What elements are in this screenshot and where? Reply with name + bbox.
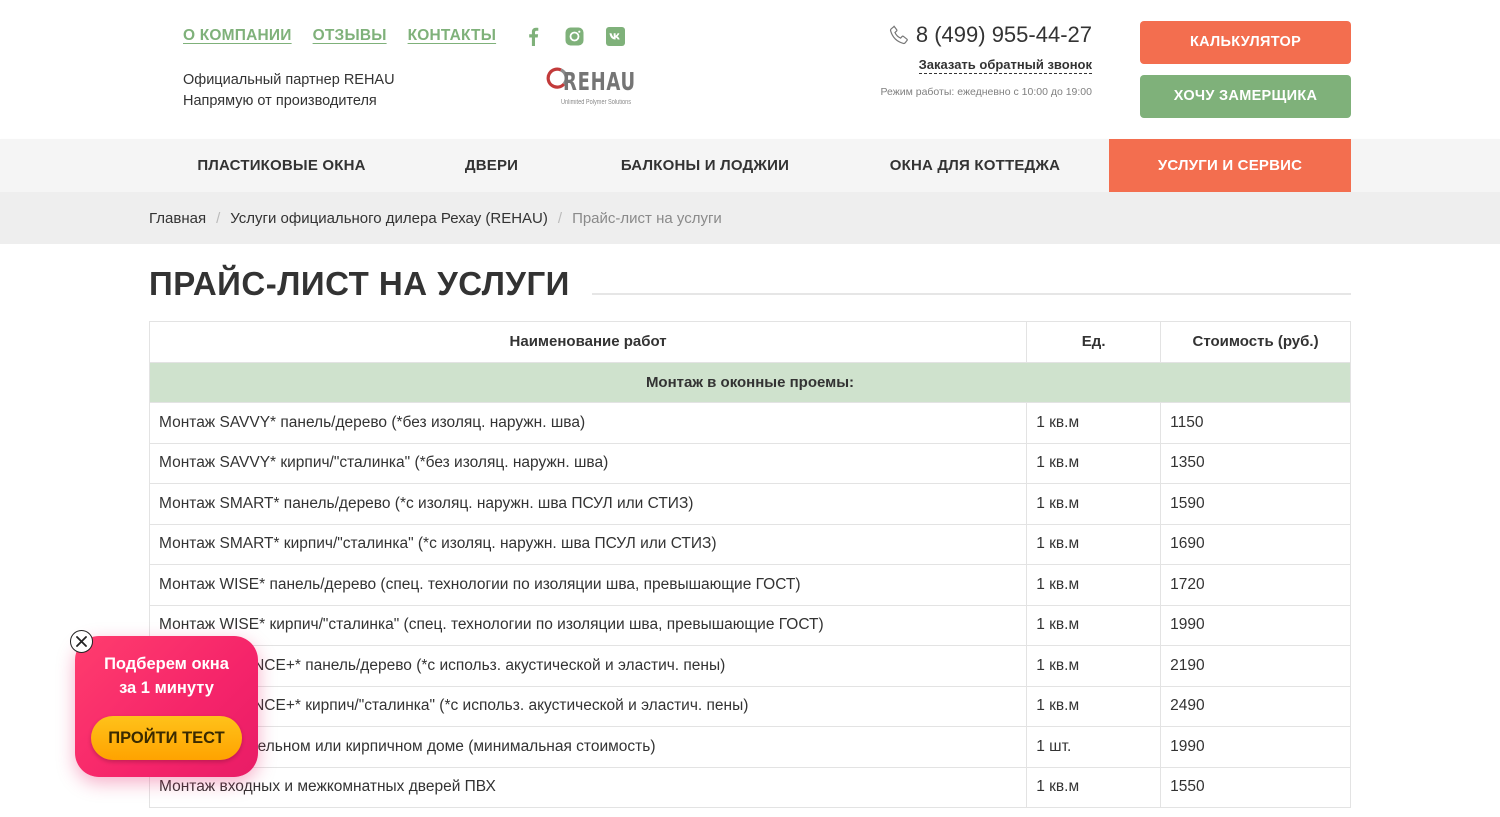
table-row: Монтаж SILENCE+* панель/дерево (*с испол… xyxy=(148,645,1351,687)
working-hours: Режим работы: ежедневно с 10:00 до 19:00 xyxy=(880,86,1092,98)
breadcrumb: Главная / Услуги официального дилера Рех… xyxy=(149,192,722,244)
link-reviews[interactable]: ОТЗЫВЫ xyxy=(313,27,387,45)
table-row: Монтаж SMART* панель/дерево (*с изоляц. … xyxy=(148,483,1351,525)
cell-price: 1720 xyxy=(1160,564,1351,606)
cell-unit: 1 кв.м xyxy=(1026,645,1162,687)
table-header-row: Наименование работ Ед. Стоимость (руб.) xyxy=(148,321,1351,363)
measurer-button[interactable]: ХОЧУ ЗАМЕРЩИКА xyxy=(1140,75,1351,118)
cell-unit: 1 кв.м xyxy=(1026,685,1162,727)
cell-work: Монтаж SILENCE+* панель/дерево (*с испол… xyxy=(148,645,1028,687)
cell-work: Монтаж SMART* кирпич/"сталинка" (*с изол… xyxy=(148,523,1028,565)
page-title: ПРАЙС-ЛИСТ НА УСЛУГИ xyxy=(149,265,570,302)
cell-work: Монтаж WISE* кирпич/"сталинка" (спец. те… xyxy=(148,604,1028,646)
column-header-unit: Ед. xyxy=(1026,321,1162,363)
cell-unit: 1 кв.м xyxy=(1026,402,1162,444)
table-row: Монтаж SMART* кирпич/"сталинка" (*с изол… xyxy=(148,523,1351,565)
phone-number[interactable]: 8 (499) 955-44-27 xyxy=(916,22,1092,48)
breadcrumb-home[interactable]: Главная xyxy=(149,210,206,227)
partner-line-1: Официальный партнер REHAU xyxy=(183,72,395,88)
table-row: Монтаж входных и межкомнатных дверей ПВХ… xyxy=(148,766,1351,808)
partner-info: Официальный партнер REHAU Напрямую от пр… xyxy=(183,70,395,112)
nav-cottage-windows[interactable]: ОКНА ДЛЯ КОТТЕДЖА xyxy=(841,139,1109,192)
phone-row: 8 (499) 955-44-27 xyxy=(832,22,1092,48)
social-links xyxy=(523,26,646,46)
breadcrumb-separator: / xyxy=(557,209,563,227)
nav-plastic-windows[interactable]: ПЛАСТИКОВЫЕ ОКНА xyxy=(149,139,414,192)
table-row: Монтаж WISE* панель/дерево (спец. технол… xyxy=(148,564,1351,606)
promo-widget: Подберем окна за 1 минуту ПРОЙТИ ТЕСТ xyxy=(75,636,258,777)
callback-link[interactable]: Заказать обратный звонок xyxy=(918,57,1092,74)
table-row: Монтаж в панельном или кирпичном доме (м… xyxy=(148,726,1351,768)
table-group-row: Монтаж в оконные проемы: xyxy=(149,361,1351,403)
partner-line-2: Напрямую от производителя xyxy=(183,93,377,109)
close-icon[interactable] xyxy=(70,630,93,653)
breadcrumb-services[interactable]: Услуги официального дилера Рехау (REHAU) xyxy=(230,210,548,227)
link-contacts[interactable]: КОНТАКТЫ xyxy=(408,27,497,45)
site-header: О КОМПАНИИ ОТЗЫВЫ КОНТАКТЫ Официальный п… xyxy=(0,0,1500,138)
cell-price: 1990 xyxy=(1160,726,1351,768)
breadcrumb-current: Прайс-лист на услуги xyxy=(572,209,722,227)
cell-unit: 1 кв.м xyxy=(1026,564,1162,606)
cell-price: 1350 xyxy=(1160,442,1351,484)
rehau-logo[interactable]: REHAU Unlimited Polymer Solutions xyxy=(545,65,645,111)
link-about[interactable]: О КОМПАНИИ xyxy=(183,27,292,45)
vk-icon[interactable] xyxy=(605,26,625,46)
cell-work: Монтаж в панельном или кирпичном доме (м… xyxy=(148,726,1028,768)
cell-work: Монтаж SAVVY* панель/дерево (*без изоляц… xyxy=(148,402,1028,444)
calculator-button[interactable]: КАЛЬКУЛЯТОР xyxy=(1140,21,1351,64)
cell-price: 1590 xyxy=(1160,483,1351,525)
table-row: Монтаж SAVVY* панель/дерево (*без изоляц… xyxy=(148,402,1351,444)
cell-price: 1990 xyxy=(1160,604,1351,646)
logo-wordmark: REHAU xyxy=(563,67,636,96)
column-header-work: Наименование работ xyxy=(148,321,1028,363)
main-nav: ПЛАСТИКОВЫЕ ОКНА ДВЕРИ БАЛКОНЫ И ЛОДЖИИ … xyxy=(0,139,1500,192)
promo-text: Подберем окна за 1 минуту xyxy=(75,652,258,700)
nav-doors[interactable]: ДВЕРИ xyxy=(414,139,569,192)
cell-work: Монтаж SAVVY* кирпич/"сталинка" (*без из… xyxy=(148,442,1028,484)
title-row: ПРАЙС-ЛИСТ НА УСЛУГИ xyxy=(149,262,1351,306)
cell-unit: 1 кв.м xyxy=(1026,523,1162,565)
price-table: Наименование работ Ед. Стоимость (руб.) … xyxy=(148,321,1351,808)
instagram-icon[interactable] xyxy=(564,26,584,46)
contact-block: 8 (499) 955-44-27 Заказать обратный звон… xyxy=(832,22,1092,98)
logo-tagline: Unlimited Polymer Solutions xyxy=(561,99,632,106)
cell-price: 2490 xyxy=(1160,685,1351,727)
breadcrumb-bar: Главная / Услуги официального дилера Рех… xyxy=(0,192,1500,244)
cell-price: 2190 xyxy=(1160,645,1351,687)
top-links: О КОМПАНИИ ОТЗЫВЫ КОНТАКТЫ xyxy=(183,26,646,46)
cell-unit: 1 кв.м xyxy=(1026,483,1162,525)
cell-price: 1150 xyxy=(1160,402,1351,444)
cell-work: Монтаж SILENCE+* кирпич/"сталинка" (*с и… xyxy=(148,685,1028,727)
cell-unit: 1 кв.м xyxy=(1026,442,1162,484)
cell-unit: 1 кв.м xyxy=(1026,604,1162,646)
cell-work: Монтаж входных и межкомнатных дверей ПВХ xyxy=(148,766,1028,808)
table-row: Монтаж WISE* кирпич/"сталинка" (спец. те… xyxy=(148,604,1351,646)
title-divider xyxy=(591,293,1351,295)
phone-icon xyxy=(889,25,908,45)
table-row: Монтаж SAVVY* кирпич/"сталинка" (*без из… xyxy=(148,442,1351,484)
nav-balconies[interactable]: БАЛКОНЫ И ЛОДЖИИ xyxy=(569,139,841,192)
breadcrumb-separator: / xyxy=(216,209,221,227)
promo-line-1: Подберем окна xyxy=(104,655,229,673)
facebook-icon[interactable] xyxy=(523,26,543,46)
take-test-button[interactable]: ПРОЙТИ ТЕСТ xyxy=(91,716,242,760)
nav-services[interactable]: УСЛУГИ И СЕРВИС xyxy=(1109,139,1351,192)
cell-unit: 1 кв.м xyxy=(1026,766,1162,808)
cell-work: Монтаж WISE* панель/дерево (спец. технол… xyxy=(148,564,1028,606)
column-header-price: Стоимость (руб.) xyxy=(1160,321,1351,363)
promo-line-2: за 1 минуту xyxy=(119,679,214,697)
group-title: Монтаж в оконные проемы: xyxy=(149,361,1351,403)
cell-unit: 1 шт. xyxy=(1026,726,1162,768)
cell-work: Монтаж SMART* панель/дерево (*с изоляц. … xyxy=(148,483,1028,525)
cell-price: 1690 xyxy=(1160,523,1351,565)
cell-price: 1550 xyxy=(1160,766,1351,808)
table-row: Монтаж SILENCE+* кирпич/"сталинка" (*с и… xyxy=(148,685,1351,727)
